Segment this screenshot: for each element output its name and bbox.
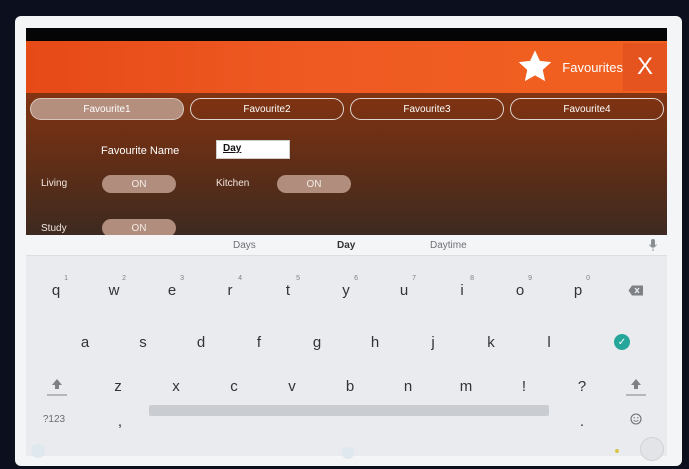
key-hint: 9: [528, 275, 532, 282]
key-exclamation[interactable]: !: [502, 368, 546, 404]
home-button[interactable]: [640, 437, 664, 461]
symbols-key[interactable]: ?123: [32, 401, 76, 437]
backspace-key[interactable]: [614, 272, 658, 308]
key-hint: 0: [586, 275, 590, 282]
suggestion-strip: Days Day Daytime: [26, 235, 667, 256]
room-label-living: Living: [41, 178, 68, 189]
space-bar[interactable]: [149, 405, 549, 416]
key-a[interactable]: a: [63, 324, 107, 360]
key-v[interactable]: v: [270, 368, 314, 404]
status-bar: [26, 28, 667, 41]
emoji-icon: [630, 413, 642, 425]
key-q[interactable]: q1: [34, 272, 78, 308]
close-button[interactable]: X: [623, 43, 667, 91]
toggle-kitchen[interactable]: ON: [277, 175, 351, 193]
enter-check-icon: ✓: [614, 334, 630, 350]
favourite-name-label: Favourite Name: [101, 145, 180, 157]
key-z[interactable]: z: [96, 368, 140, 404]
key-label: r: [227, 281, 233, 299]
key-u[interactable]: u7: [382, 272, 426, 308]
key-x[interactable]: x: [154, 368, 198, 404]
key-o[interactable]: o9: [498, 272, 542, 308]
favourites-heading: Favourites: [501, 43, 623, 91]
shift-key-right[interactable]: [614, 368, 658, 404]
shift-key-left[interactable]: [35, 368, 79, 404]
key-label: q: [51, 281, 61, 299]
key-k[interactable]: k: [469, 324, 513, 360]
key-n[interactable]: n: [386, 368, 430, 404]
tab-favourite1[interactable]: Favourite1: [30, 98, 184, 120]
screen: Favourites X Favourite1 Favourite2 Favou…: [26, 28, 667, 456]
key-hint: 8: [470, 275, 474, 282]
header-bar: Favourites X: [26, 41, 667, 93]
backspace-icon: [628, 285, 643, 295]
key-d[interactable]: d: [179, 324, 223, 360]
favourites-panel: Favourites X Favourite1 Favourite2 Favou…: [26, 41, 667, 237]
suggestion-2[interactable]: Day: [337, 240, 355, 251]
key-b[interactable]: b: [328, 368, 372, 404]
key-hint: 6: [354, 275, 358, 282]
key-y[interactable]: y6: [324, 272, 368, 308]
key-hint: 4: [238, 275, 242, 282]
period-key[interactable]: .: [560, 403, 604, 439]
suggestion-1[interactable]: Days: [233, 240, 256, 251]
enter-key[interactable]: ✓: [600, 324, 644, 360]
header-title: Favourites: [562, 59, 623, 75]
favourite-name-input[interactable]: Day: [216, 140, 290, 159]
key-hint: 2: [122, 275, 126, 282]
comma-key[interactable]: ,: [98, 403, 142, 439]
shift-icon: [626, 379, 646, 396]
key-f[interactable]: f: [237, 324, 281, 360]
indicator-light: [615, 449, 619, 453]
key-label: o: [515, 281, 525, 299]
key-label: e: [167, 281, 177, 299]
tablet-frame: Favourites X Favourite1 Favourite2 Favou…: [15, 16, 682, 466]
tab-favourite4[interactable]: Favourite4: [510, 98, 664, 120]
key-hint: 5: [296, 275, 300, 282]
key-i[interactable]: i8: [440, 272, 484, 308]
key-t[interactable]: t5: [266, 272, 310, 308]
key-label: p: [573, 281, 583, 299]
key-label: i: [460, 281, 464, 299]
sensor-dot: [342, 447, 354, 459]
key-h[interactable]: h: [353, 324, 397, 360]
room-label-study: Study: [41, 223, 67, 234]
key-p[interactable]: p0: [556, 272, 600, 308]
key-w[interactable]: w2: [92, 272, 136, 308]
key-question[interactable]: ?: [560, 368, 604, 404]
room-label-kitchen: Kitchen: [216, 178, 250, 189]
key-l[interactable]: l: [527, 324, 571, 360]
emoji-key[interactable]: [614, 401, 658, 437]
key-c[interactable]: c: [212, 368, 256, 404]
key-hint: 1: [64, 275, 68, 282]
toggle-living[interactable]: ON: [102, 175, 176, 193]
key-m[interactable]: m: [444, 368, 488, 404]
microphone-icon[interactable]: [649, 239, 657, 251]
tab-favourite2[interactable]: Favourite2: [190, 98, 344, 120]
camera-dot: [31, 444, 45, 458]
favourite-tabs: Favourite1 Favourite2 Favourite3 Favouri…: [30, 98, 664, 120]
tab-favourite3[interactable]: Favourite3: [350, 98, 504, 120]
suggestion-3[interactable]: Daytime: [430, 240, 467, 251]
key-label: u: [399, 281, 409, 299]
shift-icon: [47, 379, 67, 396]
key-hint: 3: [180, 275, 184, 282]
key-hint: 7: [412, 275, 416, 282]
key-j[interactable]: j: [411, 324, 455, 360]
key-r[interactable]: r4: [208, 272, 252, 308]
key-s[interactable]: s: [121, 324, 165, 360]
on-screen-keyboard: Days Day Daytime q1 w2 e3 r4 t5 y6 u7 i8…: [26, 235, 667, 456]
key-g[interactable]: g: [295, 324, 339, 360]
star-icon: [518, 50, 552, 82]
key-label: y: [342, 281, 350, 299]
key-label: t: [285, 281, 291, 299]
key-label: w: [108, 281, 120, 299]
key-e[interactable]: e3: [150, 272, 194, 308]
